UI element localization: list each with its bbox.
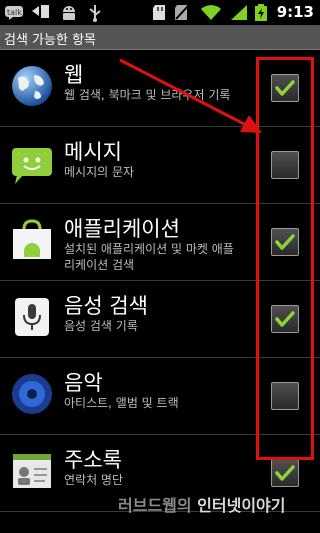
watermark-part2: 인터넷이야기	[197, 496, 286, 515]
watermark-part1: 러브드웹의	[118, 496, 198, 515]
annotation-arrow	[119, 58, 262, 133]
watermark: 러브드웹의 인터넷이야기	[118, 492, 286, 516]
